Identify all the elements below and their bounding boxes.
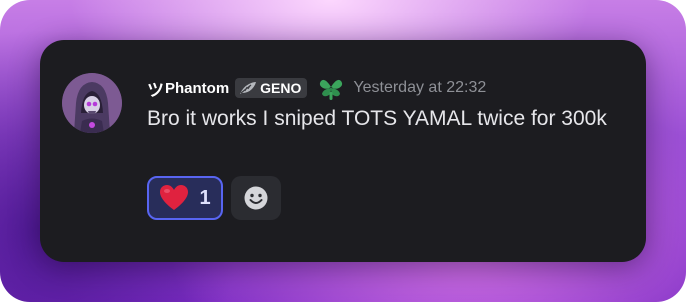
- username[interactable]: ツ Phantom: [147, 76, 229, 101]
- reaction-count: 1: [199, 186, 211, 209]
- username-prefix: ツ: [147, 80, 164, 100]
- timestamp[interactable]: Yesterday at 22:32: [353, 79, 486, 97]
- smiley-add-reaction-icon: [244, 186, 268, 210]
- reactions-bar: 1: [147, 176, 281, 220]
- green-leaf-badge-icon: [320, 79, 343, 100]
- message-text: Bro it works I sniped TOTS YAMAL twice f…: [147, 107, 607, 130]
- message-header: ツ Phantom GENO Yesterday at 22:32: [147, 74, 486, 102]
- add-reaction-button[interactable]: [231, 176, 281, 220]
- message-card: ツ Phantom GENO Yesterday at 22:32 Bro it…: [40, 40, 646, 262]
- username-text: Phantom: [165, 79, 230, 97]
- hooded-skull-avatar-icon: [62, 73, 122, 133]
- server-tag-label: GENO: [260, 80, 302, 96]
- red-heart-icon: [160, 185, 189, 210]
- role-badge[interactable]: [317, 75, 345, 101]
- server-tag[interactable]: GENO: [235, 78, 308, 98]
- avatar[interactable]: [62, 73, 122, 133]
- feather-quill-icon: [240, 82, 257, 94]
- reaction-heart[interactable]: 1: [147, 176, 223, 220]
